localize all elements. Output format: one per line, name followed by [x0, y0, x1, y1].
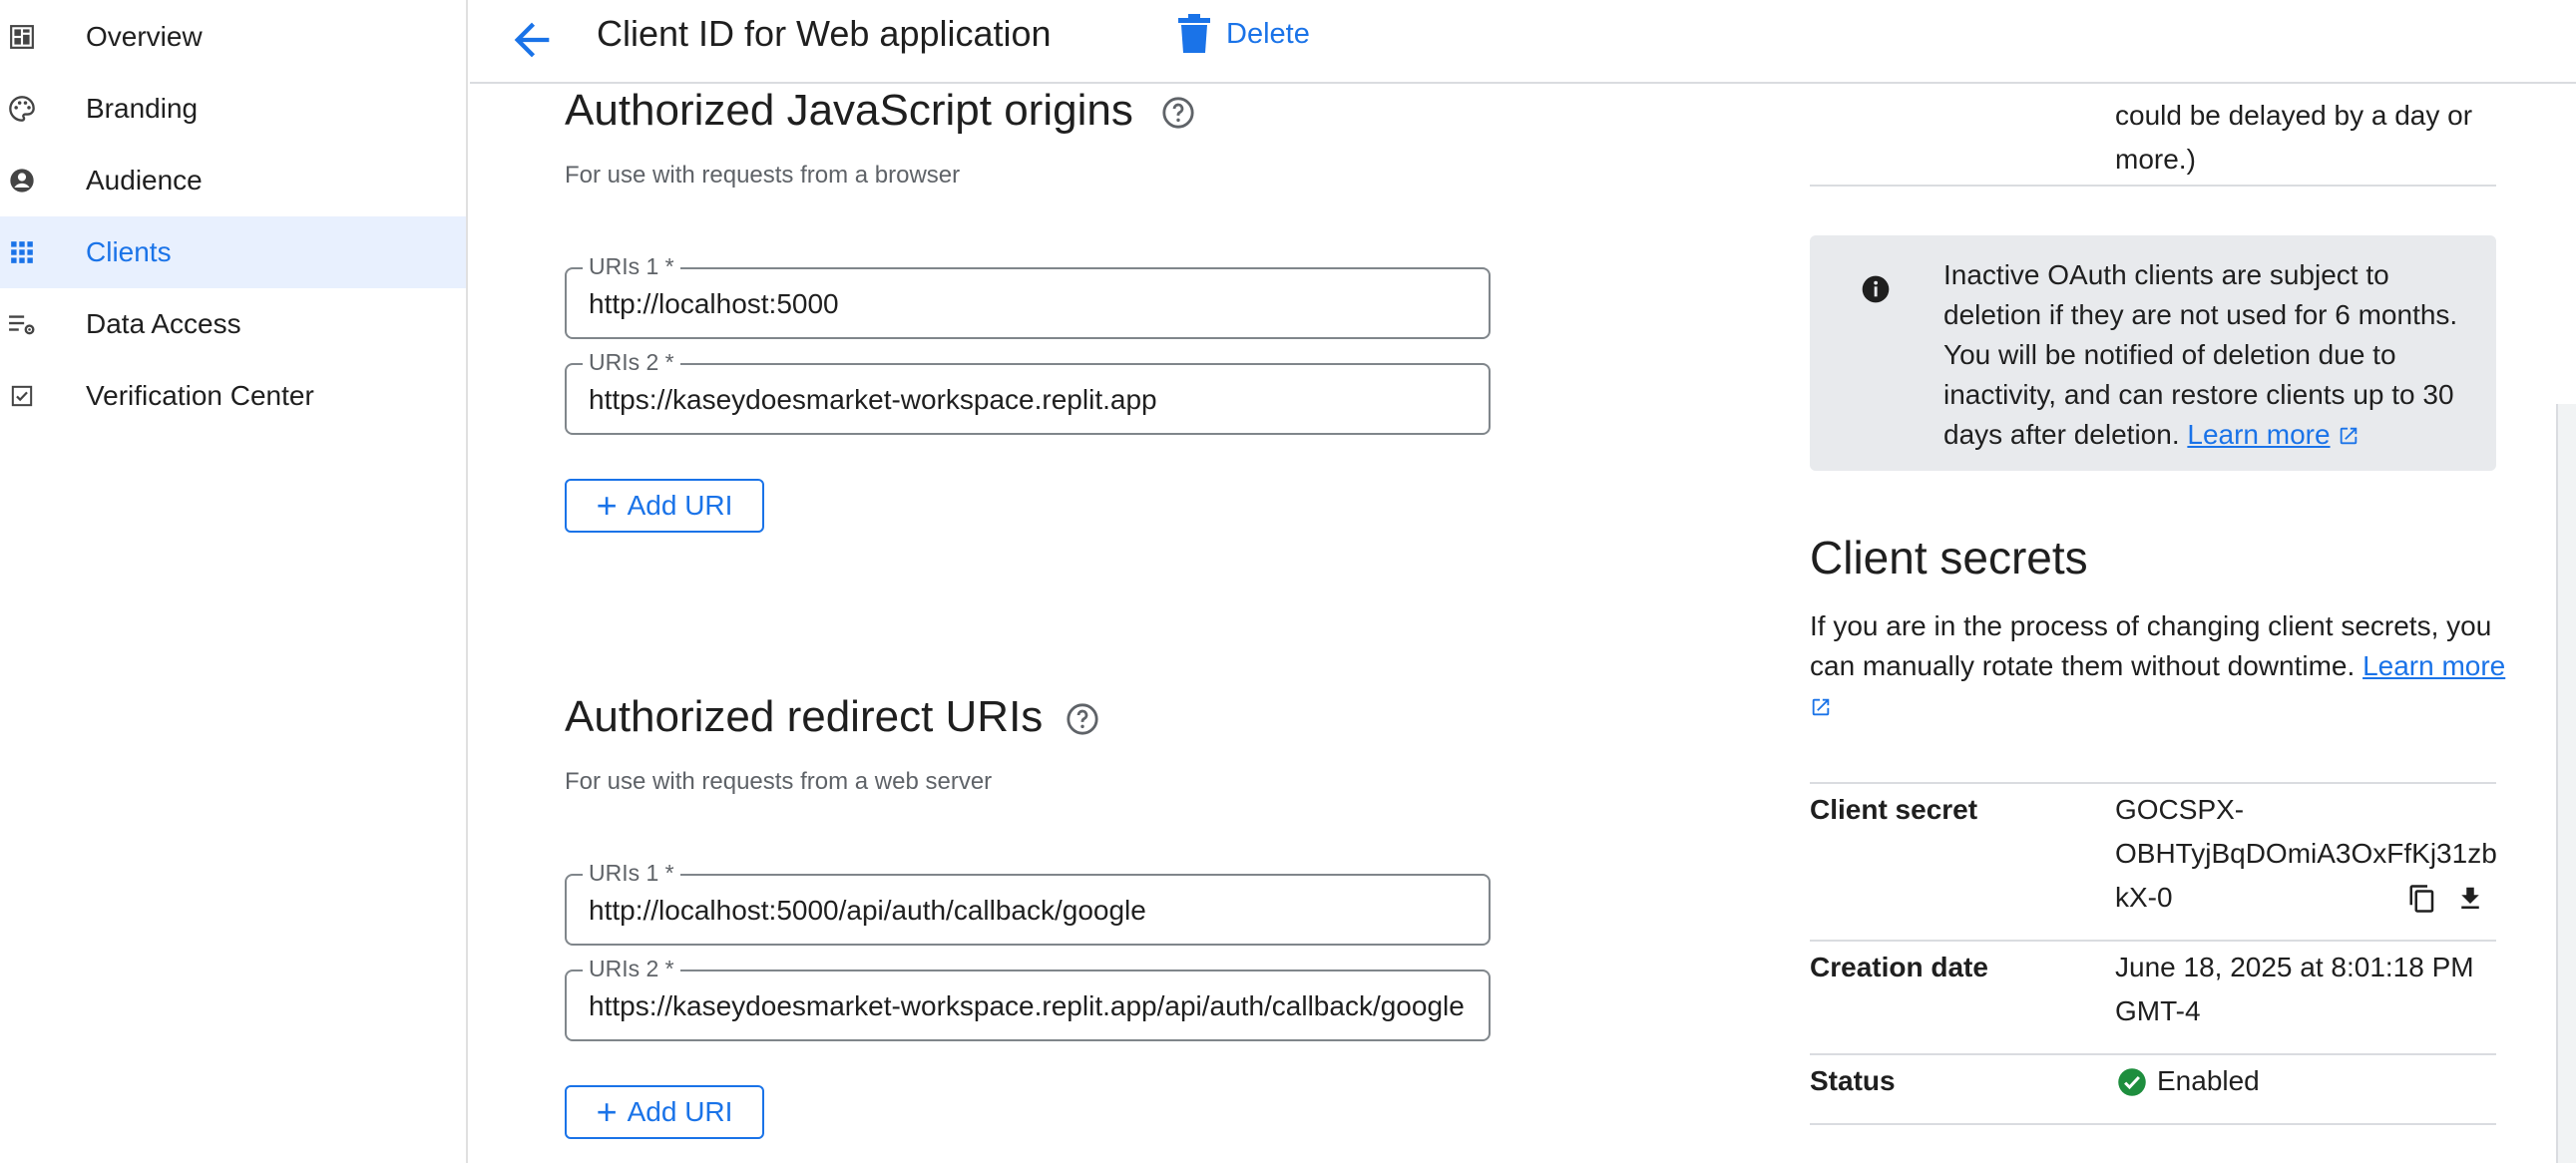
sidebar-item-label: Verification Center	[86, 380, 314, 411]
page-title: Client ID for Web application	[597, 13, 1052, 54]
sidebar-item-data-access[interactable]: Data Access	[0, 288, 466, 360]
js-origins-title: Authorized JavaScript origins	[565, 86, 1133, 135]
add-uri-label: Add URI	[627, 1096, 733, 1127]
copy-icon[interactable]	[2407, 884, 2437, 919]
divider	[1810, 185, 2496, 187]
client-secret-key: Client secret	[1810, 794, 1978, 825]
sidebar-item-clients[interactable]: Clients	[0, 216, 466, 288]
field-value[interactable]: http://localhost:5000	[589, 288, 1467, 320]
divider	[1810, 1053, 2496, 1055]
client-secret-value-line-1: GOCSPX-	[2115, 794, 2245, 825]
person-icon	[8, 167, 36, 194]
sidebar-item-audience[interactable]: Audience	[0, 145, 466, 216]
palette-icon	[8, 95, 36, 123]
back-button[interactable]	[506, 14, 558, 66]
divider	[1810, 940, 2496, 942]
field-label: URIs 2 *	[583, 956, 680, 982]
sidebar-item-verification-center[interactable]: Verification Center	[0, 360, 466, 432]
download-icon[interactable]	[2455, 884, 2485, 919]
divider	[1810, 1123, 2496, 1125]
sidebar-nav: Overview Branding Audience Clients Data …	[0, 0, 468, 1163]
help-icon[interactable]	[1161, 96, 1195, 130]
external-link-icon	[1812, 698, 1830, 716]
client-secrets-title: Client secrets	[1810, 532, 2088, 583]
checkbox-icon	[8, 382, 36, 410]
field-value[interactable]: https://kaseydoesmarket-workspace.replit…	[589, 990, 1467, 1022]
sidebar-item-label: Overview	[86, 21, 203, 52]
learn-more-link[interactable]: Learn more	[2362, 650, 2505, 681]
add-js-origin-button[interactable]: + Add URI	[565, 479, 764, 533]
sidebar-item-label: Data Access	[86, 308, 241, 339]
info-icon	[1860, 273, 1892, 305]
add-redirect-uri-button[interactable]: + Add URI	[565, 1085, 764, 1139]
page-header: Client ID for Web application Delete	[470, 0, 2576, 84]
js-origins-subtitle: For use with requests from a browser	[565, 162, 961, 189]
client-secret-value-line-2: OBHTyjBqDOmiA3OxFfKj31zb	[2115, 838, 2497, 869]
status-key: Status	[1810, 1065, 1896, 1096]
field-label: URIs 1 *	[583, 860, 680, 887]
redirect-uris-subtitle: For use with requests from a web server	[565, 768, 993, 795]
note-partial-bottom: more.)	[2115, 144, 2196, 175]
js-origin-uri-1-field[interactable]: URIs 1 * http://localhost:5000	[565, 253, 1491, 339]
creation-date-value-line-2: GMT-4	[2115, 995, 2201, 1026]
dashboard-icon	[8, 23, 36, 51]
plus-icon: +	[596, 485, 618, 526]
client-secret-value-line-3: kX-0	[2115, 882, 2173, 913]
sidebar-item-label: Clients	[86, 236, 172, 267]
redirect-uri-1-field[interactable]: URIs 1 * http://localhost:5000/api/auth/…	[565, 860, 1491, 946]
field-value[interactable]: https://kaseydoesmarket-workspace.replit…	[589, 384, 1467, 416]
check-circle-icon	[2117, 1067, 2147, 1102]
creation-date-value-line-1: June 18, 2025 at 8:01:18 PM	[2115, 952, 2474, 982]
field-label: URIs 1 *	[583, 253, 680, 280]
creation-date-key: Creation date	[1810, 952, 1988, 982]
data-settings-icon	[8, 310, 36, 338]
learn-more-link[interactable]: Learn more	[2187, 419, 2330, 450]
help-icon[interactable]	[1066, 702, 1099, 736]
sidebar-item-overview[interactable]: Overview	[0, 1, 466, 73]
field-value[interactable]: http://localhost:5000/api/auth/callback/…	[589, 895, 1467, 927]
add-uri-label: Add URI	[627, 490, 733, 521]
info-text-block: Inactive OAuth clients are subject to de…	[1943, 255, 2482, 455]
sidebar-item-label: Audience	[86, 165, 203, 195]
plus-icon: +	[596, 1091, 618, 1132]
scrollbar[interactable]	[2556, 404, 2576, 1163]
apps-grid-icon	[8, 238, 36, 266]
external-link-icon	[2341, 427, 2358, 445]
redirect-uris-title: Authorized redirect URIs	[565, 692, 1044, 741]
field-label: URIs 2 *	[583, 349, 680, 376]
status-value: Enabled	[2157, 1065, 2260, 1096]
redirect-uri-2-field[interactable]: URIs 2 * https://kaseydoesmarket-workspa…	[565, 956, 1491, 1041]
note-partial-top: could be delayed by a day or	[2115, 100, 2473, 131]
trash-icon	[1178, 14, 1210, 53]
sidebar-item-branding[interactable]: Branding	[0, 73, 466, 145]
delete-label: Delete	[1226, 17, 1310, 50]
arrow-back-icon	[514, 22, 550, 58]
delete-button[interactable]: Delete	[1178, 12, 1310, 56]
sidebar-item-label: Branding	[86, 93, 199, 124]
divider	[1810, 782, 2496, 784]
js-origin-uri-2-field[interactable]: URIs 2 * https://kaseydoesmarket-workspa…	[565, 349, 1491, 435]
inactive-clients-info-box: Inactive OAuth clients are subject to de…	[1810, 235, 2496, 471]
client-secrets-description: If you are in the process of changing cl…	[1810, 606, 2508, 726]
